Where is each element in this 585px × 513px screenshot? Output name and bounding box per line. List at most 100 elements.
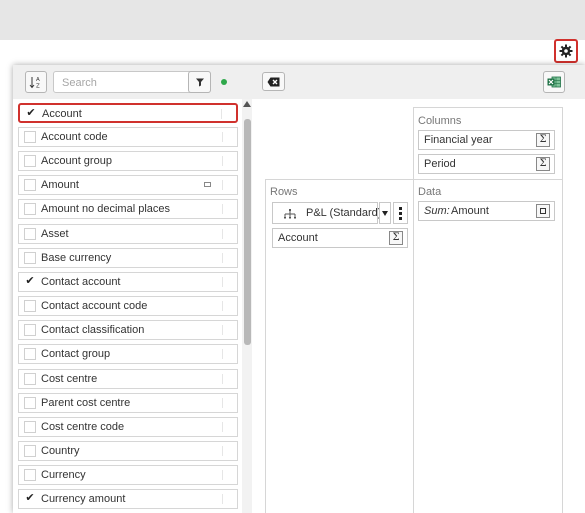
field-row[interactable]: Cost centre <box>18 369 238 389</box>
field-checkbox[interactable] <box>24 445 36 457</box>
field-row[interactable]: Amount no decimal places <box>18 199 238 219</box>
field-label: Parent cost centre <box>41 397 131 409</box>
field-row[interactable]: Contact group <box>18 344 238 364</box>
drag-handle[interactable] <box>222 301 223 311</box>
field-checkbox[interactable] <box>24 252 36 264</box>
field-checkbox[interactable] <box>24 131 36 143</box>
field-list-scrollbar[interactable] <box>242 99 252 513</box>
field-checkbox[interactable] <box>24 155 36 167</box>
filter-button[interactable] <box>188 71 211 93</box>
hierarchy-menu-button[interactable] <box>393 202 408 224</box>
field-checkbox[interactable] <box>24 300 36 312</box>
clear-button[interactable] <box>262 72 285 91</box>
drag-handle[interactable] <box>222 374 223 384</box>
field-checkbox[interactable] <box>24 348 36 360</box>
field-checkbox[interactable] <box>24 228 36 240</box>
field-label: Country <box>41 445 80 457</box>
settings-button[interactable] <box>554 39 578 63</box>
drag-handle[interactable] <box>222 132 223 142</box>
field-row[interactable]: Contact classification <box>18 320 238 340</box>
status-dot <box>221 79 227 85</box>
scroll-up-arrow[interactable] <box>243 101 251 107</box>
field-checkbox[interactable] <box>24 179 36 191</box>
field-label: Contact account code <box>41 300 148 312</box>
chip-label: Financial year <box>424 134 493 146</box>
field-checkbox[interactable] <box>24 397 36 409</box>
hierarchy-label: P&L (Standard) <box>306 207 382 219</box>
drag-handle[interactable] <box>222 446 223 456</box>
field-checkbox[interactable] <box>24 469 36 481</box>
data-zone <box>413 179 563 513</box>
field-settings-icon[interactable] <box>536 204 550 218</box>
field-checkbox[interactable] <box>24 324 36 336</box>
field-label: Account code <box>41 131 108 143</box>
field-row[interactable]: Contact account code <box>18 296 238 316</box>
drag-handle[interactable] <box>222 277 223 287</box>
field-row[interactable]: ✔ Account <box>18 103 238 123</box>
row-chip-account[interactable]: Account Σ <box>272 228 408 248</box>
field-checkbox[interactable]: ✔ <box>24 493 36 505</box>
field-row[interactable]: ✔ Currency amount <box>18 489 238 509</box>
columns-zone-title: Columns <box>418 115 462 127</box>
field-checkbox[interactable]: ✔ <box>25 108 37 120</box>
field-checkbox[interactable]: ✔ <box>24 276 36 288</box>
pivot-field-panel: A Z Search ✔ Account Account code Accoun… <box>13 65 585 513</box>
svg-text:A: A <box>36 77 40 83</box>
column-chip-financial-year[interactable]: Financial year Σ <box>418 130 555 150</box>
hierarchy-dropdown[interactable]: P&L (Standard) <box>272 202 382 224</box>
field-checkbox[interactable] <box>24 203 36 215</box>
drag-handle[interactable] <box>222 422 223 432</box>
drag-handle[interactable] <box>221 109 222 119</box>
field-row[interactable]: Parent cost centre <box>18 393 238 413</box>
field-row[interactable]: Country <box>18 441 238 461</box>
field-row[interactable]: Currency <box>18 465 238 485</box>
sort-button[interactable]: A Z <box>25 71 47 93</box>
field-label: Amount <box>41 179 79 191</box>
scrollbar-thumb[interactable] <box>244 119 251 345</box>
check-icon: ✔ <box>26 107 36 119</box>
field-checkbox[interactable] <box>24 421 36 433</box>
field-row[interactable]: Cost centre code <box>18 417 238 437</box>
search-input[interactable] <box>60 73 184 93</box>
drag-handle[interactable] <box>222 229 223 239</box>
field-row[interactable]: Base currency <box>18 248 238 268</box>
field-checkbox[interactable] <box>24 373 36 385</box>
data-zone-title: Data <box>418 186 442 198</box>
clear-icon <box>267 77 280 86</box>
check-icon: ✔ <box>25 275 35 287</box>
chip-label: Period <box>424 158 456 170</box>
sigma-icon[interactable]: Σ <box>536 157 550 171</box>
field-row[interactable]: Account group <box>18 151 238 171</box>
field-format-icon <box>204 182 211 187</box>
drag-handle[interactable] <box>222 204 223 214</box>
field-row[interactable]: ✔ Contact account <box>18 272 238 292</box>
top-bar <box>0 0 585 40</box>
drag-handle[interactable] <box>222 349 223 359</box>
check-icon: ✔ <box>25 492 35 504</box>
drag-handle[interactable] <box>222 156 223 166</box>
hierarchy-dropdown-arrow[interactable] <box>379 202 391 224</box>
excel-icon <box>547 76 561 88</box>
field-label: Currency amount <box>41 493 126 505</box>
field-row[interactable]: Amount <box>18 175 238 195</box>
chip-label: Amount <box>451 205 489 217</box>
drag-handle[interactable] <box>222 253 223 263</box>
excel-export-button[interactable] <box>543 71 565 93</box>
sigma-icon[interactable]: Σ <box>536 133 550 147</box>
drag-handle[interactable] <box>222 494 223 504</box>
drag-handle[interactable] <box>222 180 223 190</box>
sigma-icon[interactable]: Σ <box>389 231 403 245</box>
drag-handle[interactable] <box>222 398 223 408</box>
field-label: Currency <box>41 469 86 481</box>
field-row[interactable]: Asset <box>18 224 238 244</box>
field-label: Amount no decimal places <box>41 203 171 215</box>
more-vertical-icon <box>399 207 402 220</box>
filter-icon <box>195 78 204 87</box>
field-row[interactable]: Account code <box>18 127 238 147</box>
data-chip-amount[interactable]: Sum: Amount <box>418 201 555 221</box>
drag-handle[interactable] <box>222 325 223 335</box>
gear-icon <box>559 44 573 58</box>
drag-handle[interactable] <box>222 470 223 480</box>
column-chip-period[interactable]: Period Σ <box>418 154 555 174</box>
chip-label: Account <box>278 232 318 244</box>
